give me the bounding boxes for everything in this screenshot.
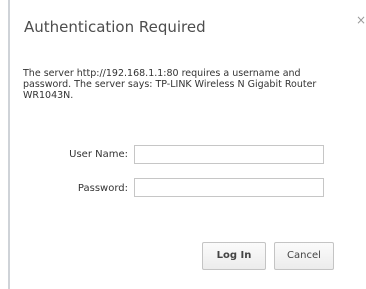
authentication-dialog: × Authentication Required The server htt… [0, 0, 366, 289]
dialog-message: The server http://192.168.1.1:80 require… [23, 68, 317, 101]
cancel-button[interactable]: Cancel [274, 242, 334, 270]
close-icon[interactable]: × [356, 14, 366, 26]
password-label: Password: [77, 183, 128, 194]
password-input[interactable] [134, 178, 324, 197]
dialog-left-border [8, 0, 10, 289]
dialog-title: Authentication Required [24, 18, 206, 36]
username-input[interactable] [134, 145, 324, 164]
login-button[interactable]: Log In [202, 242, 266, 270]
username-label: User Name: [69, 149, 128, 160]
